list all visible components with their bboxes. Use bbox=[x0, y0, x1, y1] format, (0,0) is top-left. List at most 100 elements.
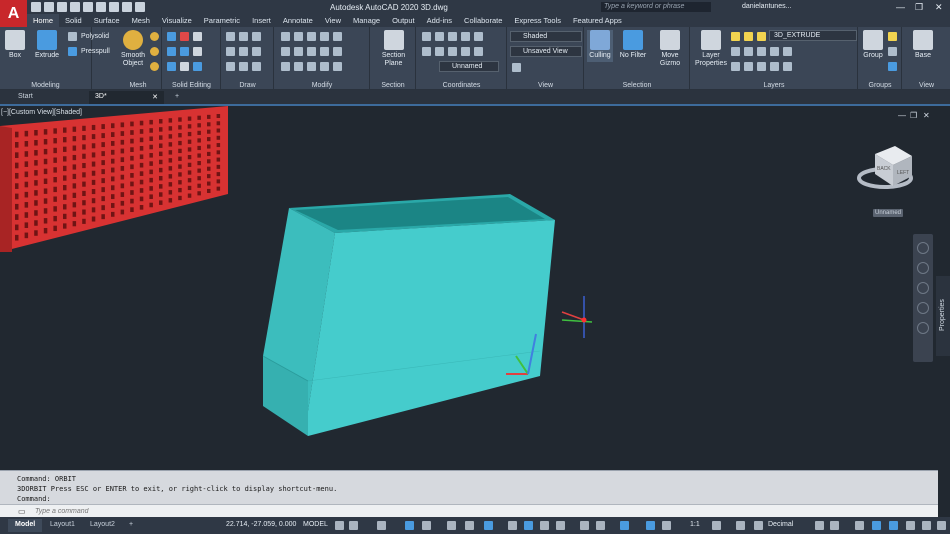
tab-start[interactable]: Start bbox=[12, 91, 87, 104]
offset-icon[interactable] bbox=[333, 47, 342, 56]
group-select-icon[interactable] bbox=[888, 62, 897, 71]
tab-parametric[interactable]: Parametric bbox=[198, 14, 246, 27]
undo-icon[interactable] bbox=[122, 2, 132, 12]
box-button[interactable]: Box bbox=[4, 30, 26, 60]
tab-output[interactable]: Output bbox=[386, 14, 421, 27]
units-dropdown[interactable]: Decimal bbox=[768, 521, 793, 528]
modeling-panel-label[interactable]: Modeling bbox=[0, 82, 91, 89]
current-layer-dropdown[interactable]: 3D_EXTRUDE bbox=[769, 30, 857, 41]
transparency-icon[interactable] bbox=[524, 521, 533, 530]
command-recent-icon[interactable]: ▭ bbox=[18, 507, 26, 516]
new-file-icon[interactable] bbox=[31, 2, 41, 12]
move-icon[interactable] bbox=[281, 32, 290, 41]
align-icon[interactable] bbox=[307, 32, 316, 41]
ucs-z-icon[interactable] bbox=[422, 47, 431, 56]
auto-scale-icon[interactable] bbox=[646, 521, 655, 530]
polygon-icon[interactable] bbox=[226, 62, 235, 71]
no-filter-button[interactable]: No Filter bbox=[617, 30, 649, 60]
hardware-acceleration-icon[interactable] bbox=[906, 521, 915, 530]
coordinates-panel-label[interactable]: Coordinates bbox=[417, 82, 506, 89]
spline-icon[interactable] bbox=[226, 47, 235, 56]
3d-object-snap-icon[interactable] bbox=[484, 521, 493, 530]
mesh-smooth-icon[interactable] bbox=[150, 32, 159, 41]
solid-editing-panel-label[interactable]: Solid Editing bbox=[163, 82, 220, 89]
tab-manage[interactable]: Manage bbox=[347, 14, 386, 27]
layer-iso-icon[interactable] bbox=[731, 47, 740, 56]
groups-panel-label[interactable]: Groups bbox=[859, 82, 901, 89]
lineweight-icon[interactable] bbox=[508, 521, 517, 530]
search-input[interactable]: Type a keyword or phrase bbox=[601, 2, 711, 12]
layer-properties-button[interactable]: Layer Properties bbox=[694, 30, 728, 68]
annotation-scale-value[interactable]: 1:1 bbox=[690, 521, 700, 528]
tab-surface[interactable]: Surface bbox=[88, 14, 126, 27]
layer-copy-icon[interactable] bbox=[770, 62, 779, 71]
cursor-coordinates[interactable]: 22.714, -27.059, 0.000 bbox=[226, 521, 296, 528]
layer-unisolate-icon[interactable] bbox=[744, 47, 753, 56]
quick-properties-icon[interactable] bbox=[815, 521, 824, 530]
tab-home[interactable]: Home bbox=[27, 14, 60, 27]
plot-icon[interactable] bbox=[109, 2, 119, 12]
imprint-icon[interactable] bbox=[180, 62, 189, 71]
circle-icon[interactable] bbox=[252, 32, 261, 41]
zoom-icon[interactable] bbox=[917, 282, 929, 294]
tab-visualize[interactable]: Visualize bbox=[156, 14, 198, 27]
union-icon[interactable] bbox=[167, 32, 176, 41]
ellipse-icon[interactable] bbox=[252, 47, 261, 56]
group-button[interactable]: Group bbox=[861, 30, 885, 60]
isodraft-icon[interactable] bbox=[422, 521, 431, 530]
ucs-x-icon[interactable] bbox=[461, 32, 470, 41]
presspull-button[interactable]: Presspull bbox=[68, 47, 110, 56]
steering-wheel-icon[interactable] bbox=[917, 242, 929, 254]
draw-panel-label[interactable]: Draw bbox=[222, 82, 273, 89]
ortho-icon[interactable] bbox=[377, 521, 386, 530]
rotate-3d-icon[interactable] bbox=[294, 32, 303, 41]
base-button[interactable]: Base bbox=[907, 30, 939, 60]
tab-mesh[interactable]: Mesh bbox=[126, 14, 156, 27]
tab-3d-drawing[interactable]: 3D* ✕ bbox=[89, 91, 164, 104]
ucs-object-icon[interactable] bbox=[448, 47, 457, 56]
clean-screen-icon[interactable] bbox=[889, 521, 898, 530]
rotate-icon[interactable] bbox=[307, 47, 316, 56]
viewcube[interactable]: BACK LEFT bbox=[857, 146, 913, 189]
mesh-refine-icon[interactable] bbox=[150, 47, 159, 56]
array-icon[interactable] bbox=[320, 47, 329, 56]
section-panel-label[interactable]: Section bbox=[371, 82, 415, 89]
layer-walk-icon[interactable] bbox=[783, 62, 792, 71]
copy-icon[interactable] bbox=[281, 47, 290, 56]
scale-icon[interactable] bbox=[294, 62, 303, 71]
selection-cycling-icon[interactable] bbox=[540, 521, 549, 530]
units-icon[interactable] bbox=[754, 521, 763, 530]
user-account-menu[interactable]: danielantunes... bbox=[742, 3, 791, 10]
tab-model[interactable]: Model bbox=[8, 519, 43, 532]
fillet-icon[interactable] bbox=[333, 32, 342, 41]
saved-view-dropdown[interactable]: Unsaved View bbox=[510, 46, 582, 57]
layer-thaw-icon[interactable] bbox=[744, 62, 753, 71]
explode-icon[interactable] bbox=[320, 62, 329, 71]
viewcube-left-face[interactable]: LEFT bbox=[897, 170, 909, 176]
extract-edges-icon[interactable] bbox=[193, 47, 202, 56]
isolate-objects-icon[interactable] bbox=[855, 521, 864, 530]
drawing-viewport[interactable]: [−][Custom View][Shaded] — ❐ ✕ BACK LEFT… bbox=[0, 104, 950, 470]
section-plane-button[interactable]: Section Plane bbox=[376, 30, 411, 68]
ungroup-icon[interactable] bbox=[888, 32, 897, 41]
restore-button[interactable]: ❐ bbox=[915, 2, 923, 12]
modify-panel-label[interactable]: Modify bbox=[275, 82, 369, 89]
autocad-logo-button[interactable]: A bbox=[0, 0, 27, 27]
selection-filter-icon[interactable] bbox=[580, 521, 589, 530]
save-icon[interactable] bbox=[57, 2, 67, 12]
snap-icon[interactable] bbox=[349, 521, 358, 530]
layer-off-icon[interactable] bbox=[731, 62, 740, 71]
ucs-named-dropdown[interactable]: Unnamed bbox=[439, 61, 499, 72]
thicken-icon[interactable] bbox=[167, 62, 176, 71]
viewcube-back-face[interactable]: BACK bbox=[877, 166, 891, 172]
base-view-panel-label[interactable]: View bbox=[903, 82, 950, 89]
lock-ui-icon[interactable] bbox=[830, 521, 839, 530]
smooth-object-button[interactable]: Smooth Object bbox=[117, 30, 149, 68]
tab-layout2[interactable]: Layout2 bbox=[83, 519, 122, 532]
line-icon[interactable] bbox=[226, 32, 235, 41]
interfere-icon[interactable] bbox=[180, 47, 189, 56]
tab-solid[interactable]: Solid bbox=[59, 14, 88, 27]
customization-menu-icon[interactable] bbox=[937, 521, 946, 530]
ucs-y-icon[interactable] bbox=[474, 32, 483, 41]
grid-icon[interactable] bbox=[335, 521, 344, 530]
